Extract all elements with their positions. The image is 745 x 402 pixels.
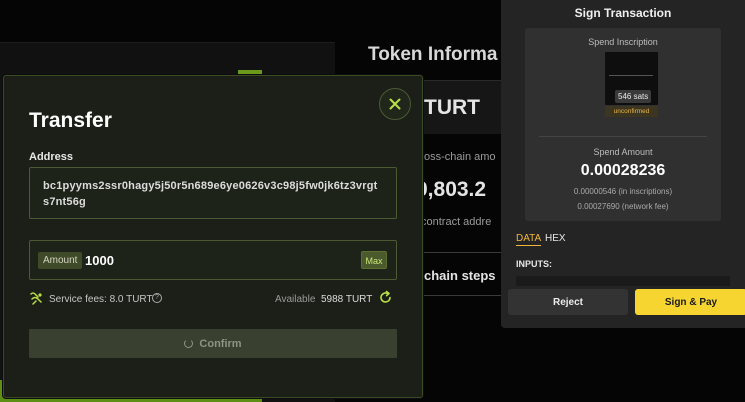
- confirm-button[interactable]: Confirm: [29, 329, 397, 358]
- info-icon[interactable]: ?: [152, 293, 162, 303]
- available-label: Available: [275, 294, 316, 305]
- reject-button[interactable]: Reject: [508, 289, 628, 315]
- status-badge: unconfirmed: [605, 106, 658, 117]
- amount-field: Amount Max: [29, 240, 397, 280]
- sign-panel-title: Sign Transaction: [574, 6, 672, 20]
- loading-spinner-icon: [184, 339, 194, 348]
- close-icon: [389, 98, 401, 110]
- amount-input[interactable]: [85, 249, 285, 271]
- sats-badge: 546 sats: [615, 90, 652, 103]
- tab-data[interactable]: DATA: [516, 233, 542, 246]
- inputs-label: INPUTS:: [516, 259, 552, 269]
- token-symbol: TURT: [424, 96, 480, 119]
- inscription-preview-line: [609, 75, 653, 76]
- fees-row: Service fees: 8.0 TURT ? Available 5988 …: [29, 290, 397, 308]
- inscription-card: Spend Inscription 546 sats unconfirmed S…: [525, 28, 721, 221]
- sign-transaction-panel: Sign Transaction Spend Inscription 546 s…: [501, 0, 745, 328]
- spend-inscription-label: Spend Inscription: [588, 37, 658, 47]
- spend-amount-label: Spend Amount: [593, 147, 653, 157]
- inputs-list: [516, 276, 730, 286]
- token-info-title: Token Informa: [368, 44, 498, 65]
- available-value: 5988 TURT: [321, 294, 373, 305]
- address-label: Address: [29, 151, 74, 163]
- spend-amount-value: 0.00028236: [580, 162, 666, 179]
- card-divider: [539, 136, 707, 137]
- sign-and-pay-button[interactable]: Sign & Pay: [635, 289, 745, 315]
- network-fee: 0.00027690 (network fee): [577, 202, 669, 211]
- crosschain-amount-label: oss-chain amo: [424, 151, 496, 163]
- service-fees-text: Service fees: 8.0 TURT: [49, 294, 153, 305]
- close-button[interactable]: [379, 88, 411, 120]
- transfer-modal: Transfer Address bc1pyyms2ssr0hagy5j50r5…: [3, 75, 423, 398]
- tab-hex[interactable]: HEX: [545, 233, 566, 244]
- max-button[interactable]: Max: [361, 251, 387, 269]
- confirm-label: Confirm: [199, 337, 242, 350]
- crosschain-amount-value: 0,803.2: [416, 178, 487, 201]
- inscription-amount: 0.00000546 (in inscriptions): [573, 187, 673, 196]
- refresh-icon[interactable]: [378, 290, 393, 305]
- contract-address-label: contract addre: [421, 216, 492, 228]
- chain-steps-label: chain steps: [424, 268, 496, 283]
- modal-title: Transfer: [29, 109, 112, 132]
- fuel-icon: [30, 292, 42, 305]
- amount-label: Amount: [38, 252, 83, 269]
- address-field[interactable]: bc1pyyms2ssr0hagy5j50r5n689e6ye0626v3c98…: [29, 167, 397, 219]
